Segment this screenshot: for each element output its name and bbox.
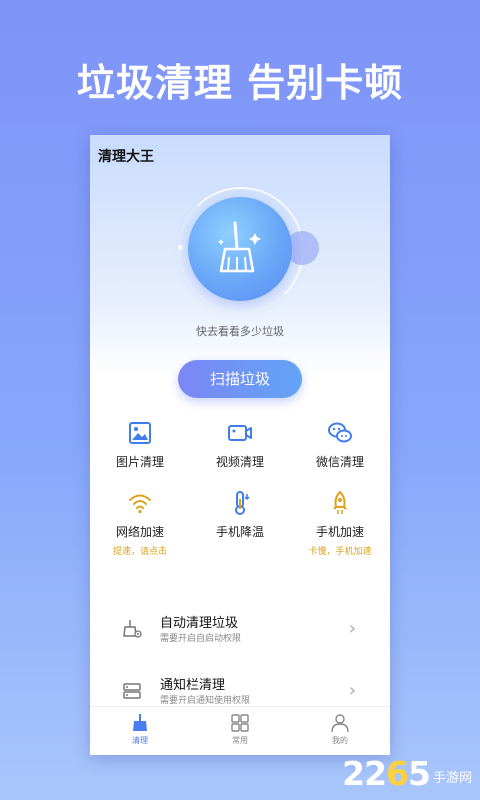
- list-item-subtitle: 需要开启通知使用权限: [160, 696, 251, 706]
- clean-orb-button[interactable]: [188, 197, 292, 301]
- tool-grid: 图片清理 视频清理 微信清理 网络加速 提速，请点击 手机降温 手机加速 卡慢，…: [90, 418, 390, 557]
- tool-label: 图片清理: [115, 455, 164, 469]
- tool-video-clean[interactable]: 视频清理: [190, 418, 290, 476]
- video-icon: [228, 425, 252, 441]
- image-icon: [129, 422, 151, 444]
- notification-list-icon: [123, 683, 141, 699]
- tab-mine[interactable]: 我的: [290, 707, 390, 755]
- tool-label: 视频清理: [215, 455, 264, 469]
- tool-sublabel: 提速，请点击: [112, 547, 167, 557]
- tool-network-boost[interactable]: 网络加速 提速，请点击: [90, 488, 190, 557]
- watermark-num-a: 22: [342, 754, 387, 793]
- thermometer-icon: [235, 491, 250, 515]
- app-title: 清理大王: [98, 149, 154, 165]
- tool-label: 手机降温: [215, 525, 264, 539]
- list-item-subtitle: 需要开启自启动权限: [160, 634, 242, 644]
- broom-gear-icon: [123, 620, 142, 638]
- scan-button[interactable]: 扫描垃圾: [178, 360, 302, 398]
- tool-phone-boost[interactable]: 手机加速 卡慢，手机加速: [290, 488, 390, 557]
- list-item-auto-clean[interactable]: 自动清理垃圾 需要开启自启动权限 ›: [90, 601, 390, 663]
- watermark-number: 2265: [342, 754, 431, 793]
- watermark-num-b: 6: [386, 754, 409, 793]
- list-item-title: 通知栏清理: [160, 678, 226, 693]
- chevron-right-icon: ›: [348, 680, 356, 701]
- grid-icon: [231, 714, 249, 732]
- chevron-right-icon: ›: [348, 618, 356, 639]
- ring-small-dot: [178, 245, 183, 250]
- tool-sublabel: 卡慢，手机加速: [308, 547, 372, 557]
- bottom-tab-bar: 清理 常用 我的: [90, 706, 390, 755]
- tab-label: 我的: [332, 736, 348, 745]
- promo-headline: 垃圾清理 告别卡顿: [76, 61, 404, 105]
- tool-label: 网络加速: [115, 525, 164, 539]
- broom-icon: [218, 221, 261, 273]
- wechat-icon: [328, 422, 352, 443]
- tool-wechat-clean[interactable]: 微信清理: [290, 418, 390, 476]
- tool-label: 手机加速: [315, 525, 364, 539]
- tab-label: 清理: [132, 736, 148, 745]
- tab-common[interactable]: 常用: [190, 707, 290, 755]
- tool-label: 微信清理: [315, 455, 364, 469]
- rocket-icon: [333, 491, 347, 514]
- tool-phone-cool[interactable]: 手机降温: [190, 488, 290, 546]
- watermark-site: 手游网: [432, 771, 472, 786]
- tab-label: 常用: [232, 736, 248, 745]
- tool-image-clean[interactable]: 图片清理: [90, 418, 190, 476]
- wifi-icon: [129, 494, 151, 514]
- user-icon: [331, 714, 349, 733]
- phone-screen: 清理大王 快去看看多少垃圾 扫描垃圾 图片清理 视频清理 微信清理 网络加速 提…: [90, 135, 390, 755]
- tab-clean[interactable]: 清理: [90, 707, 190, 755]
- broom-icon: [133, 714, 147, 731]
- list-item-title: 自动清理垃圾: [160, 616, 239, 631]
- watermark-num-c: 5: [408, 754, 431, 793]
- site-watermark: 2265 手游网: [342, 752, 472, 792]
- scan-hint: 快去看看多少垃圾: [196, 325, 284, 338]
